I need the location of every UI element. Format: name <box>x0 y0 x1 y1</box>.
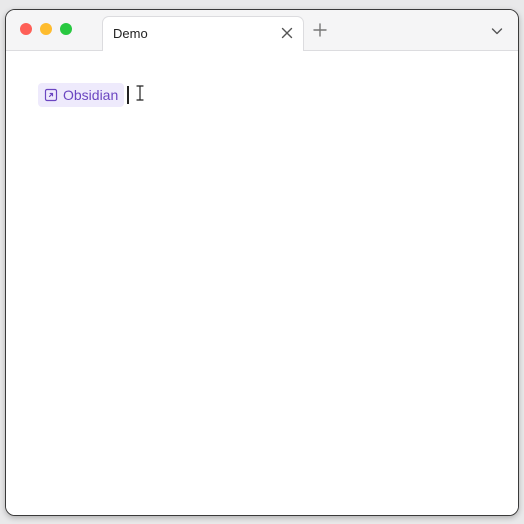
i-beam-cursor-icon <box>136 85 144 101</box>
window-maximize-button[interactable] <box>60 23 72 35</box>
tab-demo[interactable]: Demo <box>102 16 304 51</box>
plus-icon[interactable] <box>312 22 328 38</box>
window-close-button[interactable] <box>20 23 32 35</box>
external-link-icon <box>44 88 58 102</box>
chevron-down-icon[interactable] <box>490 24 504 38</box>
title-bar: Demo <box>6 10 518 51</box>
text-caret <box>127 86 129 104</box>
tab-title: Demo <box>113 26 148 41</box>
link-label: Obsidian <box>63 87 119 103</box>
obsidian-link[interactable]: Obsidian <box>38 83 125 107</box>
close-icon[interactable] <box>279 25 295 41</box>
browser-window: Demo Obsidian <box>5 9 519 516</box>
window-minimize-button[interactable] <box>40 23 52 35</box>
editor-content[interactable]: Obsidian <box>6 51 518 515</box>
